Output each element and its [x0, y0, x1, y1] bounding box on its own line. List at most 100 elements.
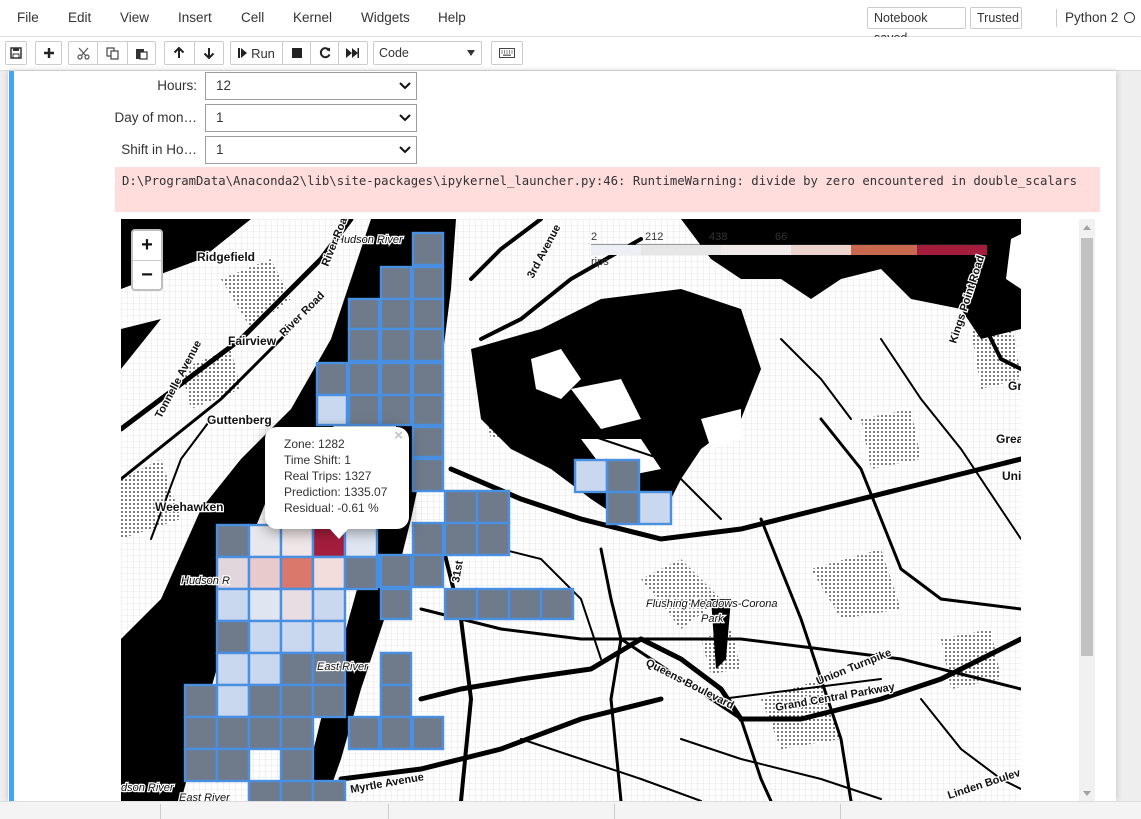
zone-cell[interactable] — [343, 555, 379, 591]
zone-cell[interactable] — [411, 393, 445, 427]
zoom-out-button[interactable]: − — [133, 261, 161, 290]
zone-cell[interactable] — [215, 651, 251, 687]
zone-cell[interactable] — [279, 619, 315, 655]
zone-cell[interactable] — [247, 619, 283, 655]
save-button[interactable] — [5, 41, 27, 65]
zone-cell[interactable] — [347, 297, 381, 331]
zone-cell[interactable] — [311, 555, 347, 591]
paste-button[interactable] — [128, 47, 155, 60]
menu-help[interactable]: Help — [438, 0, 466, 36]
zone-cell[interactable] — [183, 715, 219, 751]
zone-cell[interactable] — [411, 231, 445, 267]
day-of-month-dropdown[interactable]: 1 — [205, 104, 417, 132]
zone-cell[interactable] — [311, 683, 347, 719]
menu-edit[interactable]: Edit — [68, 0, 91, 36]
cut-button[interactable] — [69, 47, 97, 60]
zone-cell[interactable] — [247, 779, 283, 801]
zone-cell[interactable] — [183, 683, 219, 719]
zone-cell[interactable] — [311, 587, 347, 623]
menu-widgets[interactable]: Widgets — [361, 0, 410, 36]
zone-cell[interactable] — [507, 587, 543, 621]
zone-cell[interactable] — [279, 747, 315, 783]
scroll-up-icon[interactable] — [1083, 225, 1091, 230]
zone-cell[interactable] — [311, 779, 347, 801]
zone-cell[interactable] — [411, 425, 445, 459]
insert-cell-button[interactable] — [35, 41, 62, 65]
zone-cell[interactable] — [279, 523, 315, 559]
kernel-indicator[interactable]: Python 2 — [1056, 9, 1136, 27]
trusted-indicator[interactable]: Trusted — [970, 7, 1022, 29]
zone-cell[interactable] — [475, 489, 511, 525]
zone-cell[interactable] — [475, 521, 511, 557]
close-icon[interactable]: × — [394, 427, 403, 444]
menu-view[interactable]: View — [120, 0, 149, 36]
zone-cell[interactable] — [379, 361, 413, 397]
zone-cell[interactable] — [347, 361, 381, 397]
zone-cell[interactable] — [411, 327, 445, 363]
zone-cell[interactable] — [379, 393, 413, 427]
zone-cell[interactable] — [605, 458, 641, 494]
zone-cell[interactable] — [411, 715, 445, 751]
zone-cell[interactable] — [475, 587, 511, 621]
zone-cell[interactable] — [315, 361, 349, 397]
zone-cell[interactable] — [411, 521, 445, 557]
zone-cell[interactable] — [347, 393, 381, 427]
zone-cell[interactable] — [411, 297, 445, 331]
zone-cell[interactable] — [379, 297, 413, 331]
zone-cell[interactable] — [279, 555, 315, 591]
zone-cell[interactable] — [247, 555, 283, 591]
zone-cell[interactable] — [279, 779, 315, 801]
zone-cell[interactable] — [379, 715, 413, 751]
zone-cell[interactable] — [411, 553, 445, 589]
zone-cell[interactable] — [215, 747, 251, 783]
scrollbar-thumb[interactable] — [1081, 238, 1093, 656]
zone-cell[interactable] — [379, 327, 413, 363]
zone-cell[interactable] — [247, 587, 283, 623]
zone-cell[interactable] — [279, 715, 315, 751]
zone-cell[interactable] — [411, 361, 445, 397]
zone-cell[interactable] — [347, 327, 381, 363]
run-all-button[interactable] — [339, 48, 366, 58]
zone-cell[interactable] — [379, 265, 413, 301]
zone-cell[interactable] — [343, 523, 379, 559]
zone-cell[interactable] — [215, 683, 251, 719]
zone-cell[interactable] — [215, 715, 251, 751]
zone-cell[interactable] — [379, 553, 413, 589]
zone-cell[interactable] — [347, 715, 381, 751]
menu-kernel[interactable]: Kernel — [293, 0, 332, 36]
interrupt-button[interactable] — [283, 48, 310, 58]
map-canvas[interactable]: 2 212 438 66 rips Ridgefield Fairview Gu… — [121, 219, 1021, 801]
output-scrollbar[interactable] — [1079, 219, 1095, 801]
menu-insert[interactable]: Insert — [178, 0, 212, 36]
scroll-down-icon[interactable] — [1083, 791, 1091, 796]
restart-button[interactable] — [311, 47, 338, 59]
shift-in-hours-dropdown[interactable]: 1 — [205, 136, 417, 164]
zone-cell[interactable] — [379, 683, 413, 719]
zone-cell[interactable] — [539, 587, 575, 621]
hours-dropdown[interactable]: 12 — [205, 72, 417, 100]
menu-file[interactable]: File — [17, 0, 39, 36]
zone-cell[interactable] — [215, 523, 251, 559]
zone-cell[interactable] — [279, 587, 315, 623]
zone-cell[interactable] — [605, 490, 641, 526]
zone-cell[interactable] — [315, 393, 349, 427]
move-down-button[interactable] — [195, 47, 224, 59]
zone-cell[interactable] — [443, 587, 479, 621]
zone-cell[interactable] — [247, 683, 283, 719]
zone-cell[interactable] — [637, 490, 673, 526]
zoom-in-button[interactable]: + — [133, 231, 161, 261]
zone-cell[interactable] — [215, 587, 251, 623]
zone-cell[interactable] — [183, 747, 219, 783]
move-up-button[interactable] — [165, 47, 194, 59]
zone-cell[interactable] — [443, 489, 479, 525]
zone-cell[interactable] — [247, 523, 283, 559]
zone-cell[interactable] — [247, 651, 283, 687]
copy-button[interactable] — [98, 46, 126, 60]
zone-cell[interactable] — [573, 458, 609, 494]
map-view[interactable]: 2 212 438 66 rips Ridgefield Fairview Gu… — [121, 219, 1021, 801]
zone-cell[interactable] — [411, 265, 445, 301]
zone-cell[interactable] — [443, 521, 479, 557]
cell-type-select[interactable]: Code — [373, 41, 482, 65]
zone-cell[interactable] — [247, 715, 283, 751]
run-button[interactable]: Run — [231, 46, 282, 61]
